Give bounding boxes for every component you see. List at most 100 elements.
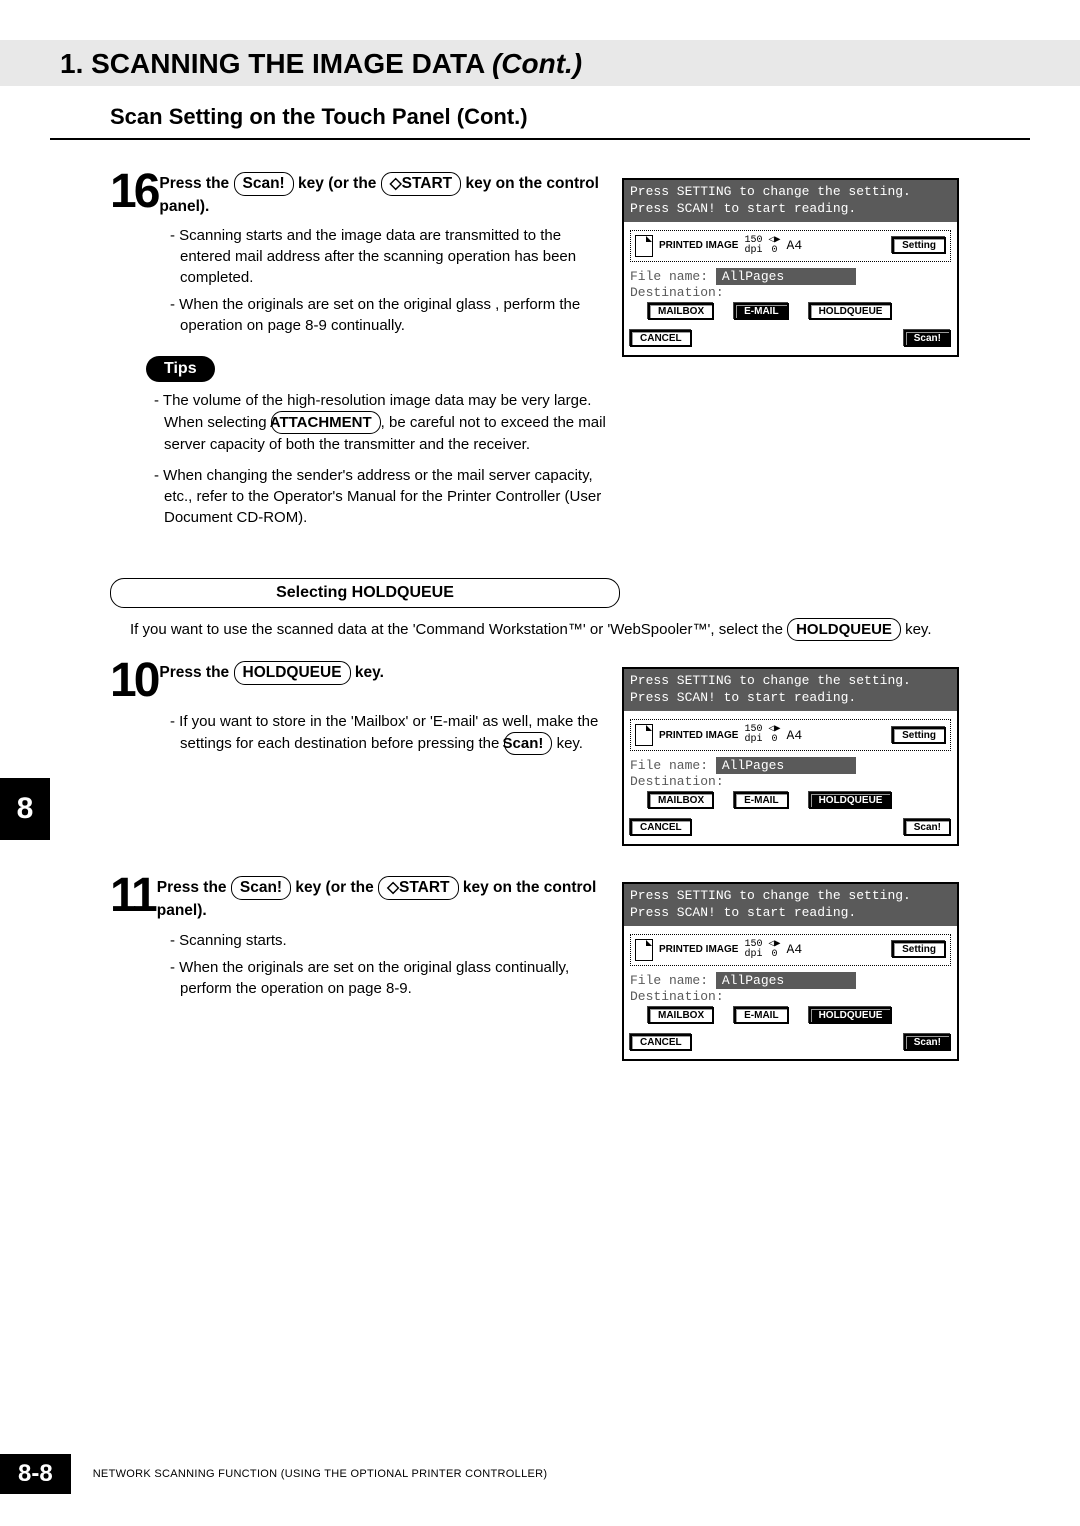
orientation-icon: ◁▶ 0 — [768, 236, 780, 256]
destination-label: Destination: — [630, 989, 951, 1004]
tips-list: The volume of the high-resolution image … — [154, 390, 610, 528]
s3-line2: Press SCAN! to start reading. — [630, 905, 951, 922]
touch-panel-screen-1: Press SETTING to change the setting. Pre… — [622, 178, 959, 357]
dpi-unit: dpi — [744, 735, 762, 745]
paper-size: A4 — [787, 942, 803, 957]
holdqueue-intro: If you want to use the scanned data at t… — [130, 618, 1030, 641]
cancel-button[interactable]: CANCEL — [630, 819, 692, 836]
dpi-display: 150 dpi — [744, 725, 762, 745]
s11-t2: key (or the — [291, 879, 378, 896]
step16-t1: Press the — [159, 175, 233, 192]
step16-bullet-1: Scanning starts and the image data are t… — [180, 225, 610, 288]
touch-panel-screen-3: Press SETTING to change the setting. Pre… — [622, 882, 959, 1061]
step-number-10: 10 — [110, 659, 157, 702]
destination-label: Destination: — [630, 774, 951, 789]
paper-size: A4 — [787, 728, 803, 743]
s3-line1: Press SETTING to change the setting. — [630, 888, 951, 905]
screen-instruction-3: Press SETTING to change the setting. Pre… — [624, 884, 957, 926]
chapter-title: 1. SCANNING THE IMAGE DATA (Cont.) — [60, 48, 582, 79]
filename-value[interactable]: AllPages — [716, 972, 856, 989]
attachment-key-oval: ATTACHMENT — [271, 411, 381, 434]
arrows-num: 0 — [768, 950, 780, 960]
step-number-11: 11 — [110, 874, 155, 917]
hq-intro-pre: If you want to use the scanned data at t… — [130, 621, 787, 638]
step-10-text: Press the HOLDQUEUE key. — [159, 659, 383, 685]
mailbox-button[interactable]: MAILBOX — [648, 792, 714, 809]
arrows-num: 0 — [768, 246, 780, 256]
step16-bullet-2: When the originals are set on the origin… — [180, 294, 610, 336]
step-16: 16 Press the Scan! key (or the ◇START ke… — [110, 170, 610, 217]
scan-button[interactable]: Scan! — [904, 330, 951, 347]
chapter-tab: 8 — [0, 778, 50, 840]
tips-badge: Tips — [146, 356, 215, 382]
step11-bullets: Scanning starts. When the originals are … — [170, 930, 610, 999]
footer-text: NETWORK SCANNING FUNCTION (USING THE OPT… — [93, 1468, 548, 1480]
s10-b-post: key. — [552, 735, 583, 752]
step16-bullets: Scanning starts and the image data are t… — [170, 225, 610, 336]
start-key-oval: ◇START — [381, 172, 461, 196]
arrows-num: 0 — [768, 735, 780, 745]
chapter-title-bar: 1. SCANNING THE IMAGE DATA (Cont.) — [0, 40, 1080, 86]
filename-value[interactable]: AllPages — [716, 268, 856, 285]
step16-t2: key (or the — [294, 175, 381, 192]
printed-image-label: PRINTED IMAGE — [659, 944, 738, 955]
dpi-display: 150 dpi — [744, 940, 762, 960]
holdqueue-button[interactable]: HOLDQUEUE — [809, 303, 893, 320]
filename-label: File name: — [630, 269, 708, 284]
scan-key-oval: Scan! — [234, 172, 294, 196]
scan-key-oval-3: Scan! — [231, 876, 291, 900]
screen-instruction: Press SETTING to change the setting. Pre… — [624, 180, 957, 222]
setting-button[interactable]: Setting — [892, 237, 946, 254]
holdqueue-key-oval: HOLDQUEUE — [787, 618, 901, 641]
page-icon — [635, 724, 653, 746]
orientation-icon: ◁▶ 0 — [768, 725, 780, 745]
page-icon — [635, 235, 653, 257]
step11-bullet-2: When the originals are set on the origin… — [180, 957, 610, 999]
email-button[interactable]: E-MAIL — [734, 1007, 788, 1024]
s10-t1: Press the — [159, 664, 233, 681]
s2-line1: Press SETTING to change the setting. — [630, 673, 951, 690]
email-button-selected[interactable]: E-MAIL — [734, 303, 788, 320]
step-number-16: 16 — [110, 170, 157, 213]
start-key-oval-2: ◇START — [378, 876, 458, 900]
holdqueue-button-selected[interactable]: HOLDQUEUE — [809, 1007, 893, 1024]
cancel-button[interactable]: CANCEL — [630, 1034, 692, 1051]
scan-button[interactable]: Scan! — [904, 819, 951, 836]
s2-line2: Press SCAN! to start reading. — [630, 690, 951, 707]
tips-bullet-1: The volume of the high-resolution image … — [164, 390, 610, 455]
filename-label: File name: — [630, 973, 708, 988]
chapter-title-text: 1. SCANNING THE IMAGE DATA — [60, 48, 484, 79]
step-11: 11 Press the Scan! key (or the ◇START ke… — [110, 874, 610, 921]
section-title: Scan Setting on the Touch Panel (Cont.) — [50, 86, 1030, 140]
holdqueue-key-oval-2: HOLDQUEUE — [234, 661, 351, 685]
holdqueue-button-selected[interactable]: HOLDQUEUE — [809, 792, 893, 809]
screen-line2: Press SCAN! to start reading. — [630, 201, 951, 218]
step10-bullets: If you want to store in the 'Mailbox' or… — [170, 711, 610, 755]
subsection-header: Selecting HOLDQUEUE — [110, 578, 620, 608]
dpi-display: 150 dpi — [744, 236, 762, 256]
step-11-text: Press the Scan! key (or the ◇START key o… — [157, 874, 610, 921]
step-10: 10 Press the HOLDQUEUE key. — [110, 659, 610, 702]
chapter-title-suffix: (Cont.) — [492, 48, 582, 79]
page-number: 8-8 — [0, 1454, 71, 1494]
printed-image-label: PRINTED IMAGE — [659, 240, 738, 251]
dpi-unit: dpi — [744, 950, 762, 960]
step10-bullet-1: If you want to store in the 'Mailbox' or… — [180, 711, 610, 755]
printed-image-label: PRINTED IMAGE — [659, 730, 738, 741]
scan-button[interactable]: Scan! — [904, 1034, 951, 1051]
step-16-text: Press the Scan! key (or the ◇START key o… — [159, 170, 610, 217]
screen-line1: Press SETTING to change the setting. — [630, 184, 951, 201]
orientation-icon: ◁▶ 0 — [768, 940, 780, 960]
setting-button[interactable]: Setting — [892, 727, 946, 744]
s11-t1: Press the — [157, 879, 231, 896]
setting-button[interactable]: Setting — [892, 941, 946, 958]
destination-label: Destination: — [630, 285, 951, 300]
filename-value[interactable]: AllPages — [716, 757, 856, 774]
page-footer: 8-8 NETWORK SCANNING FUNCTION (USING THE… — [0, 1454, 547, 1494]
cancel-button[interactable]: CANCEL — [630, 330, 692, 347]
mailbox-button[interactable]: MAILBOX — [648, 1007, 714, 1024]
s10-t2: key. — [351, 664, 384, 681]
email-button[interactable]: E-MAIL — [734, 792, 788, 809]
mailbox-button[interactable]: MAILBOX — [648, 303, 714, 320]
hq-intro-post: key. — [901, 621, 932, 638]
